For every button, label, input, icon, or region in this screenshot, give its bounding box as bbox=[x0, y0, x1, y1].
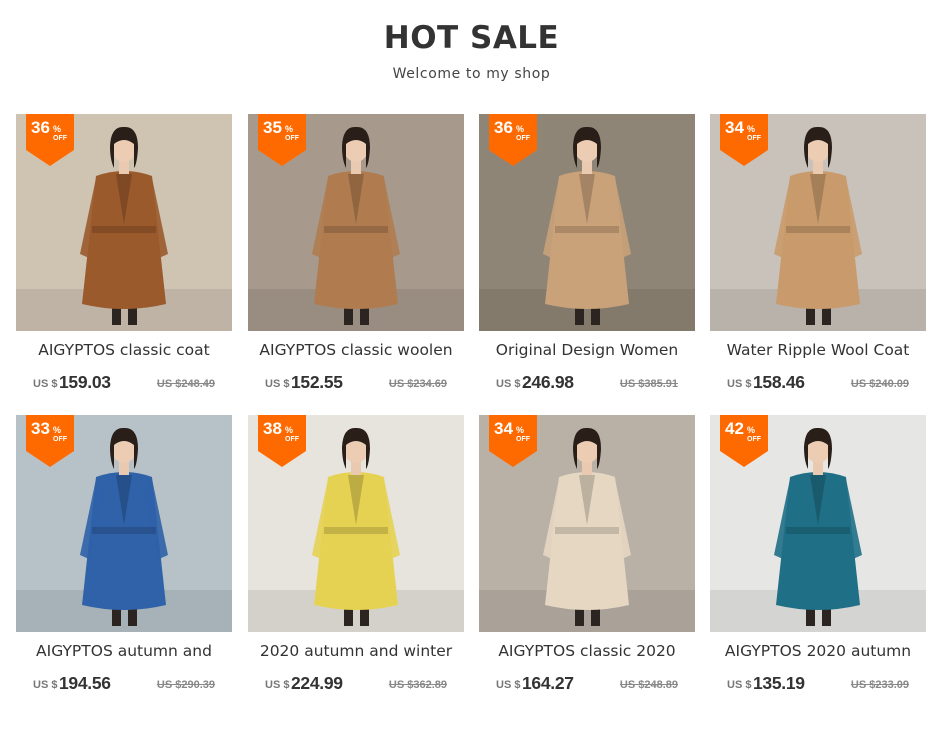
sale-price: 135.19 bbox=[753, 673, 805, 693]
discount-badge: 33 % OFF bbox=[26, 415, 74, 467]
off-label: OFF bbox=[285, 436, 299, 443]
coat-belt bbox=[555, 226, 619, 233]
discount-value: 36 bbox=[31, 118, 50, 137]
product-card[interactable]: 33 % OFF AIGYPTOS autumn and US $ 194.56… bbox=[16, 415, 232, 705]
product-name[interactable]: AIGYPTOS autumn and bbox=[10, 642, 238, 660]
original-price: US $362.89 bbox=[388, 679, 447, 691]
discount-badge: 35 % OFF bbox=[258, 114, 306, 166]
discount-value: 36 bbox=[494, 118, 513, 137]
price-row: US $ 164.27 US $248.89 bbox=[479, 673, 695, 695]
off-label: OFF bbox=[516, 436, 530, 443]
coat-belt bbox=[324, 527, 388, 534]
coat-belt bbox=[786, 527, 850, 534]
original-price: US $248.49 bbox=[156, 378, 215, 390]
sale-price: 224.99 bbox=[291, 673, 343, 693]
discount-badge: 38 % OFF bbox=[258, 415, 306, 467]
currency-label: US $ bbox=[265, 378, 290, 390]
coat-belt bbox=[92, 527, 156, 534]
original-price: US $234.69 bbox=[388, 378, 447, 390]
sale-price: 164.27 bbox=[522, 673, 574, 693]
sale-price: 158.46 bbox=[753, 372, 805, 392]
percent-sign: % bbox=[747, 124, 756, 134]
price-row: US $ 194.56 US $290.39 bbox=[16, 673, 232, 695]
product-card[interactable]: 36 % OFF AIGYPTOS classic coat US $ 159.… bbox=[16, 114, 232, 404]
product-card[interactable]: 34 % OFF AIGYPTOS classic 2020 US $ 164.… bbox=[479, 415, 695, 705]
original-price: US $290.39 bbox=[156, 679, 215, 691]
discount-badge: 34 % OFF bbox=[489, 415, 537, 467]
off-label: OFF bbox=[285, 135, 299, 142]
sale-price: 246.98 bbox=[522, 372, 574, 392]
coat-belt bbox=[555, 527, 619, 534]
off-label: OFF bbox=[53, 436, 67, 443]
discount-value: 33 bbox=[31, 419, 50, 438]
product-name[interactable]: AIGYPTOS classic 2020 bbox=[473, 642, 701, 660]
currency-label: US $ bbox=[727, 378, 752, 390]
percent-sign: % bbox=[747, 425, 756, 435]
product-name[interactable]: 2020 autumn and winter bbox=[242, 642, 470, 660]
price-row: US $ 159.03 US $248.49 bbox=[16, 372, 232, 394]
product-card[interactable]: 36 % OFF Original Design Women US $ 246.… bbox=[479, 114, 695, 404]
coat-belt bbox=[324, 226, 388, 233]
sale-price: 194.56 bbox=[59, 673, 111, 693]
price-row: US $ 135.19 US $233.09 bbox=[710, 673, 926, 695]
off-label: OFF bbox=[747, 436, 761, 443]
off-label: OFF bbox=[747, 135, 761, 142]
discount-badge: 36 % OFF bbox=[489, 114, 537, 166]
product-name[interactable]: AIGYPTOS classic woolen bbox=[242, 341, 470, 359]
price-row: US $ 152.55 US $234.69 bbox=[248, 372, 464, 394]
product-name[interactable]: AIGYPTOS classic coat bbox=[10, 341, 238, 359]
discount-badge: 42 % OFF bbox=[720, 415, 768, 467]
discount-value: 34 bbox=[725, 118, 744, 137]
percent-sign: % bbox=[516, 124, 525, 134]
original-price: US $233.09 bbox=[850, 679, 909, 691]
price-row: US $ 224.99 US $362.89 bbox=[248, 673, 464, 695]
discount-badge: 34 % OFF bbox=[720, 114, 768, 166]
product-name[interactable]: Water Ripple Wool Coat bbox=[704, 341, 932, 359]
percent-sign: % bbox=[53, 124, 62, 134]
coat-belt bbox=[92, 226, 156, 233]
coat-belt bbox=[786, 226, 850, 233]
discount-value: 34 bbox=[494, 419, 513, 438]
product-card[interactable]: 35 % OFF AIGYPTOS classic woolen US $ 15… bbox=[248, 114, 464, 404]
percent-sign: % bbox=[53, 425, 62, 435]
currency-label: US $ bbox=[496, 378, 521, 390]
discount-value: 35 bbox=[263, 118, 282, 137]
product-grid: 36 % OFF AIGYPTOS classic coat US $ 159.… bbox=[0, 0, 943, 729]
discount-value: 42 bbox=[725, 419, 744, 438]
percent-sign: % bbox=[285, 425, 294, 435]
original-price: US $240.09 bbox=[850, 378, 909, 390]
price-row: US $ 246.98 US $385.91 bbox=[479, 372, 695, 394]
off-label: OFF bbox=[53, 135, 67, 142]
product-card[interactable]: 38 % OFF 2020 autumn and winter US $ 224… bbox=[248, 415, 464, 705]
product-name[interactable]: AIGYPTOS 2020 autumn bbox=[704, 642, 932, 660]
original-price: US $385.91 bbox=[619, 378, 678, 390]
currency-label: US $ bbox=[265, 679, 290, 691]
currency-label: US $ bbox=[727, 679, 752, 691]
product-card[interactable]: 42 % OFF AIGYPTOS 2020 autumn US $ 135.1… bbox=[710, 415, 926, 705]
product-card[interactable]: 34 % OFF Water Ripple Wool Coat US $ 158… bbox=[710, 114, 926, 404]
sale-price: 152.55 bbox=[291, 372, 343, 392]
currency-label: US $ bbox=[33, 378, 58, 390]
percent-sign: % bbox=[516, 425, 525, 435]
off-label: OFF bbox=[516, 135, 530, 142]
price-row: US $ 158.46 US $240.09 bbox=[710, 372, 926, 394]
product-name[interactable]: Original Design Women bbox=[473, 341, 701, 359]
sale-price: 159.03 bbox=[59, 372, 111, 392]
currency-label: US $ bbox=[496, 679, 521, 691]
discount-badge: 36 % OFF bbox=[26, 114, 74, 166]
percent-sign: % bbox=[285, 124, 294, 134]
discount-value: 38 bbox=[263, 419, 282, 438]
currency-label: US $ bbox=[33, 679, 58, 691]
original-price: US $248.89 bbox=[619, 679, 678, 691]
